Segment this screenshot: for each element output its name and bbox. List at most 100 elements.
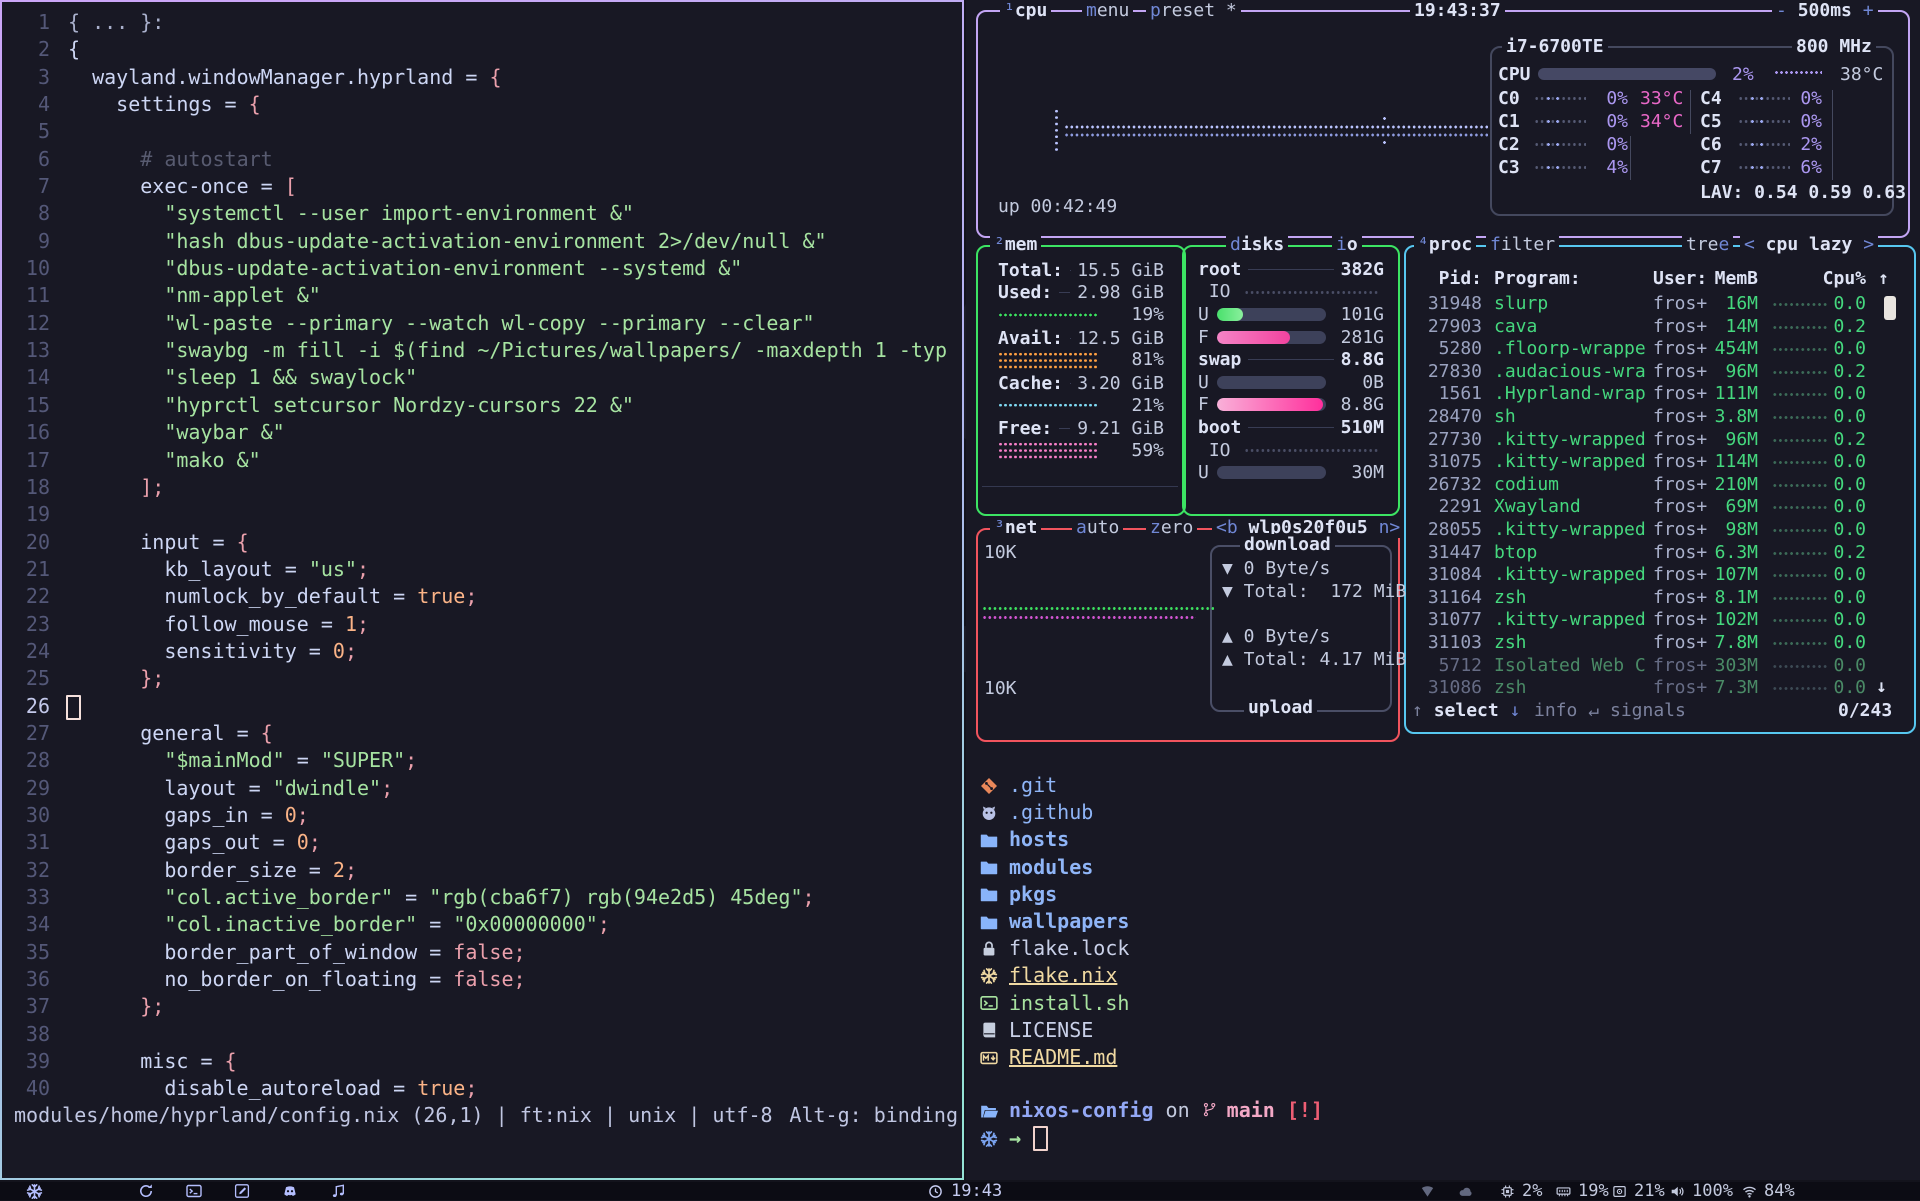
line-number: 7: [2, 173, 50, 200]
line-number: 23: [2, 611, 50, 638]
code-line-12[interactable]: 12"wl-paste --primary --watch wl-copy --…: [2, 310, 962, 337]
line-number: 11: [2, 282, 50, 309]
code-line-27[interactable]: 27general = {: [2, 720, 962, 747]
code-line-34[interactable]: 34"col.inactive_border" = "0x00000000";: [2, 911, 962, 938]
statusline-file-info: modules/home/hyprland/config.nix (26,1) …: [14, 1103, 773, 1130]
folder-icon: [980, 913, 998, 931]
code-line-35[interactable]: 35border_part_of_window = false;: [2, 939, 962, 966]
code-line-9[interactable]: 9"hash dbus-update-activation-environmen…: [2, 228, 962, 255]
terminal-cursor: [1033, 1126, 1048, 1151]
file-name: README.md: [1009, 1044, 1117, 1071]
line-number: 40: [2, 1075, 50, 1102]
branch-icon: [1202, 1102, 1217, 1117]
code-line-40[interactable]: 40disable_autoreload = true;: [2, 1075, 962, 1102]
launcher-discord-icon[interactable]: [282, 1182, 298, 1200]
code-line-21[interactable]: 21kb_layout = "us";: [2, 556, 962, 583]
code-line-33[interactable]: 33"col.active_border" = "rgb(cba6f7) rgb…: [2, 884, 962, 911]
code-line-31[interactable]: 31gaps_out = 0;: [2, 829, 962, 856]
editor-window[interactable]: 1{ ... }:2{3wayland.windowManager.hyprla…: [0, 0, 964, 1180]
line-number: 8: [2, 200, 50, 227]
code-line-4[interactable]: 4settings = {: [2, 91, 962, 118]
code-line-30[interactable]: 30gaps_in = 0;: [2, 802, 962, 829]
file-entry-install.sh[interactable]: install.sh: [980, 990, 1129, 1017]
line-number: 32: [2, 857, 50, 884]
file-entry-flake.nix[interactable]: flake.nix: [980, 962, 1117, 989]
github-icon: [980, 804, 998, 822]
file-entry-.git[interactable]: .git: [980, 772, 1057, 799]
code-line-2[interactable]: 2{: [2, 36, 962, 63]
clock-module[interactable]: 19:43: [928, 1182, 1002, 1200]
tray-cloud-icon[interactable]: [1458, 1182, 1473, 1200]
file-entry-README.md[interactable]: README.md: [980, 1044, 1117, 1071]
shell-prompt-input[interactable]: →: [980, 1125, 1048, 1152]
git-icon: [980, 777, 998, 795]
line-number: 33: [2, 884, 50, 911]
code-line-23[interactable]: 23follow_mouse = 1;: [2, 611, 962, 638]
code-line-36[interactable]: 36no_border_on_floating = false;: [2, 966, 962, 993]
code-line-17[interactable]: 17"mako &": [2, 447, 962, 474]
desktop: 1{ ... }:2{3wayland.windowManager.hyprla…: [0, 0, 1920, 1200]
waybar: 19:43 2% 19%21% 100% 84%: [0, 1182, 1920, 1200]
statusline-keybinding-hint: Alt-g: binding: [789, 1103, 958, 1130]
code-area[interactable]: 1{ ... }:2{3wayland.windowManager.hyprla…: [2, 9, 962, 1103]
line-number: 29: [2, 775, 50, 802]
launcher-refresh-icon[interactable]: [138, 1182, 154, 1200]
code-line-5[interactable]: 5: [2, 118, 962, 145]
launcher-terminal-icon[interactable]: [186, 1182, 202, 1200]
code-line-6[interactable]: 6# autostart: [2, 146, 962, 173]
file-entry-hosts[interactable]: hosts: [980, 826, 1069, 853]
code-line-1[interactable]: 1{ ... }:: [2, 9, 962, 36]
code-line-13[interactable]: 13"swaybg -m fill -i $(find ~/Pictures/w…: [2, 337, 962, 364]
code-line-3[interactable]: 3wayland.windowManager.hyprland = {: [2, 64, 962, 91]
code-line-20[interactable]: 20input = {: [2, 529, 962, 556]
shell-icon: [980, 994, 998, 1012]
btop-window[interactable]: [966, 0, 1920, 737]
nix-menu-button[interactable]: [26, 1182, 43, 1200]
nix-icon: [26, 1183, 43, 1200]
line-number: 3: [2, 64, 50, 91]
code-line-37[interactable]: 37};: [2, 993, 962, 1020]
code-line-7[interactable]: 7exec-once = [: [2, 173, 962, 200]
line-number: 30: [2, 802, 50, 829]
code-line-14[interactable]: 14"sleep 1 && swaylock": [2, 364, 962, 391]
file-entry-pkgs[interactable]: pkgs: [980, 881, 1057, 908]
code-line-10[interactable]: 10"dbus-update-activation-environment --…: [2, 255, 962, 282]
status-module-volume-icon[interactable]: 100%: [1670, 1182, 1733, 1200]
folder-icon: [980, 858, 998, 876]
file-entry-LICENSE[interactable]: LICENSE: [980, 1017, 1093, 1044]
signal-icon: [1420, 1184, 1435, 1199]
code-line-38[interactable]: 38: [2, 1021, 962, 1048]
tray-signal-icon[interactable]: [1420, 1182, 1435, 1200]
launcher-music-icon[interactable]: [330, 1182, 346, 1200]
file-name: .git: [1009, 772, 1057, 799]
file-name: pkgs: [1009, 881, 1057, 908]
markdown-icon: [980, 1049, 998, 1067]
status-module-chip-icon[interactable]: 2%: [1500, 1182, 1542, 1200]
line-number: 25: [2, 665, 50, 692]
code-line-29[interactable]: 29layout = "dwindle";: [2, 775, 962, 802]
code-line-18[interactable]: 18];: [2, 474, 962, 501]
file-entry-flake.lock[interactable]: flake.lock: [980, 935, 1129, 962]
code-line-28[interactable]: 28"$mainMod" = "SUPER";: [2, 747, 962, 774]
code-line-32[interactable]: 32border_size = 2;: [2, 857, 962, 884]
code-line-22[interactable]: 22numlock_by_default = true;: [2, 583, 962, 610]
code-line-16[interactable]: 16"waybar &": [2, 419, 962, 446]
file-entry-modules[interactable]: modules: [980, 854, 1093, 881]
code-line-25[interactable]: 25};: [2, 665, 962, 692]
code-line-15[interactable]: 15"hyprctl setcursor Nordzy-cursors 22 &…: [2, 392, 962, 419]
launcher-note-icon[interactable]: [234, 1182, 250, 1200]
file-entry-.github[interactable]: .github: [980, 799, 1093, 826]
code-line-24[interactable]: 24sensitivity = 0;: [2, 638, 962, 665]
status-module-ram-icon[interactable]: 19%: [1556, 1182, 1609, 1200]
file-name: modules: [1009, 854, 1093, 881]
status-module-hdd-icon[interactable]: 21%: [1612, 1182, 1665, 1200]
line-number: 36: [2, 966, 50, 993]
code-line-39[interactable]: 39misc = {: [2, 1048, 962, 1075]
line-number: 24: [2, 638, 50, 665]
code-line-26[interactable]: 26: [2, 693, 962, 720]
code-line-19[interactable]: 19: [2, 501, 962, 528]
file-entry-wallpapers[interactable]: wallpapers: [980, 908, 1129, 935]
code-line-11[interactable]: 11"nm-applet &": [2, 282, 962, 309]
code-line-8[interactable]: 8"systemctl --user import-environment &": [2, 200, 962, 227]
status-module-wifi-icon[interactable]: 84%: [1742, 1182, 1795, 1200]
